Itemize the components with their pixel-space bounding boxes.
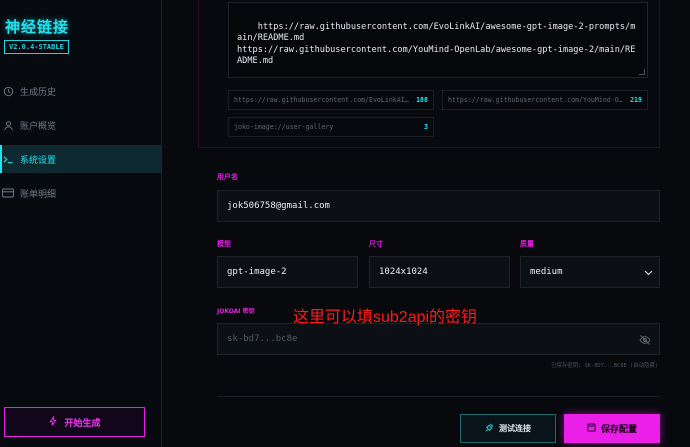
apikey-value: sk-bd7...bc8e xyxy=(227,334,298,344)
start-generate-button[interactable]: 开始生成 xyxy=(4,407,145,437)
apikey-label: JOKOAI 密钥 xyxy=(217,308,255,315)
divider xyxy=(217,396,660,397)
source-item-evolink[interactable]: https://raw.githubusercontent.com/EvoLin… xyxy=(228,90,434,110)
source-url: joko-image://user-gallery xyxy=(234,123,334,131)
bolt-icon xyxy=(48,414,58,429)
username-label: 用户名 xyxy=(217,173,238,181)
save-config-button[interactable]: 保存配置 xyxy=(564,414,660,443)
source-url: https://raw.githubusercontent.com/YouMin… xyxy=(448,96,626,104)
source-item-youmind[interactable]: https://raw.githubusercontent.com/YouMin… xyxy=(442,90,648,110)
source-count: 3 xyxy=(424,123,428,131)
sidebar-item-billing[interactable]: 账单明细 xyxy=(0,179,161,207)
test-connection-label: 测试连接 xyxy=(499,424,531,433)
source-urls-textarea[interactable]: https://raw.githubusercontent.com/EvoLin… xyxy=(228,2,648,78)
source-count: 219 xyxy=(630,96,642,104)
sidebar-item-label: 账单明细 xyxy=(20,189,57,200)
source-url: https://raw.githubusercontent.com/EvoLin… xyxy=(234,96,413,104)
sidebar-item-label: 账户概览 xyxy=(20,121,57,132)
sidebar-item-label: 生成历史 xyxy=(20,87,57,98)
plug-icon xyxy=(485,423,494,434)
annotation-text: 这里可以填sub2api的密钥 xyxy=(293,309,478,326)
saved-key-hint: 已保存密钥: SK-BD7...BC8E (自动隐藏) xyxy=(551,363,658,369)
resize-grip-icon[interactable] xyxy=(639,69,645,75)
source-item-gallery[interactable]: joko-image://user-gallery 3 xyxy=(228,117,434,137)
main-content: https://raw.githubusercontent.com/EvoLin… xyxy=(162,0,690,447)
user-icon xyxy=(2,119,14,131)
chevron-down-icon xyxy=(644,269,653,279)
sidebar-item-label: 系统设置 xyxy=(20,155,57,166)
terminal-icon xyxy=(2,153,14,165)
model-field[interactable]: gpt-image-2 xyxy=(217,256,358,288)
apikey-field[interactable]: sk-bd7...bc8e xyxy=(217,323,660,355)
save-icon xyxy=(587,422,596,435)
quality-label: 质量 xyxy=(520,240,534,248)
source-urls-text: https://raw.githubusercontent.com/EvoLin… xyxy=(237,21,636,67)
size-field[interactable]: 1024x1024 xyxy=(369,256,510,288)
size-value: 1024x1024 xyxy=(379,267,428,277)
username-field[interactable]: jok506758@gmail.com xyxy=(217,190,660,222)
model-value: gpt-image-2 xyxy=(227,267,287,277)
start-generate-label: 开始生成 xyxy=(64,418,101,429)
eye-off-icon[interactable] xyxy=(639,334,651,346)
test-connection-button[interactable]: 测试连接 xyxy=(460,414,556,443)
version-badge: V2.0.4-STABLE xyxy=(4,40,69,54)
sidebar-item-history[interactable]: 生成历史 xyxy=(0,77,161,105)
quality-select[interactable]: medium xyxy=(520,256,660,288)
card-icon xyxy=(2,187,14,199)
size-label: 尺寸 xyxy=(369,240,383,248)
save-config-label: 保存配置 xyxy=(600,425,637,435)
sidebar-item-settings[interactable]: 系统设置 xyxy=(0,145,161,173)
source-count: 188 xyxy=(416,96,428,104)
app-brand: 神经链接 xyxy=(5,18,70,36)
model-label: 模型 xyxy=(217,240,231,248)
sidebar-item-account[interactable]: 账户概览 xyxy=(0,111,161,139)
history-icon xyxy=(2,85,14,97)
sidebar: 神经链接 V2.0.4-STABLE 生成历史 账户概览 系统设置 账单明细 开… xyxy=(0,0,162,447)
quality-value: medium xyxy=(530,267,563,277)
username-value: jok506758@gmail.com xyxy=(227,201,330,211)
